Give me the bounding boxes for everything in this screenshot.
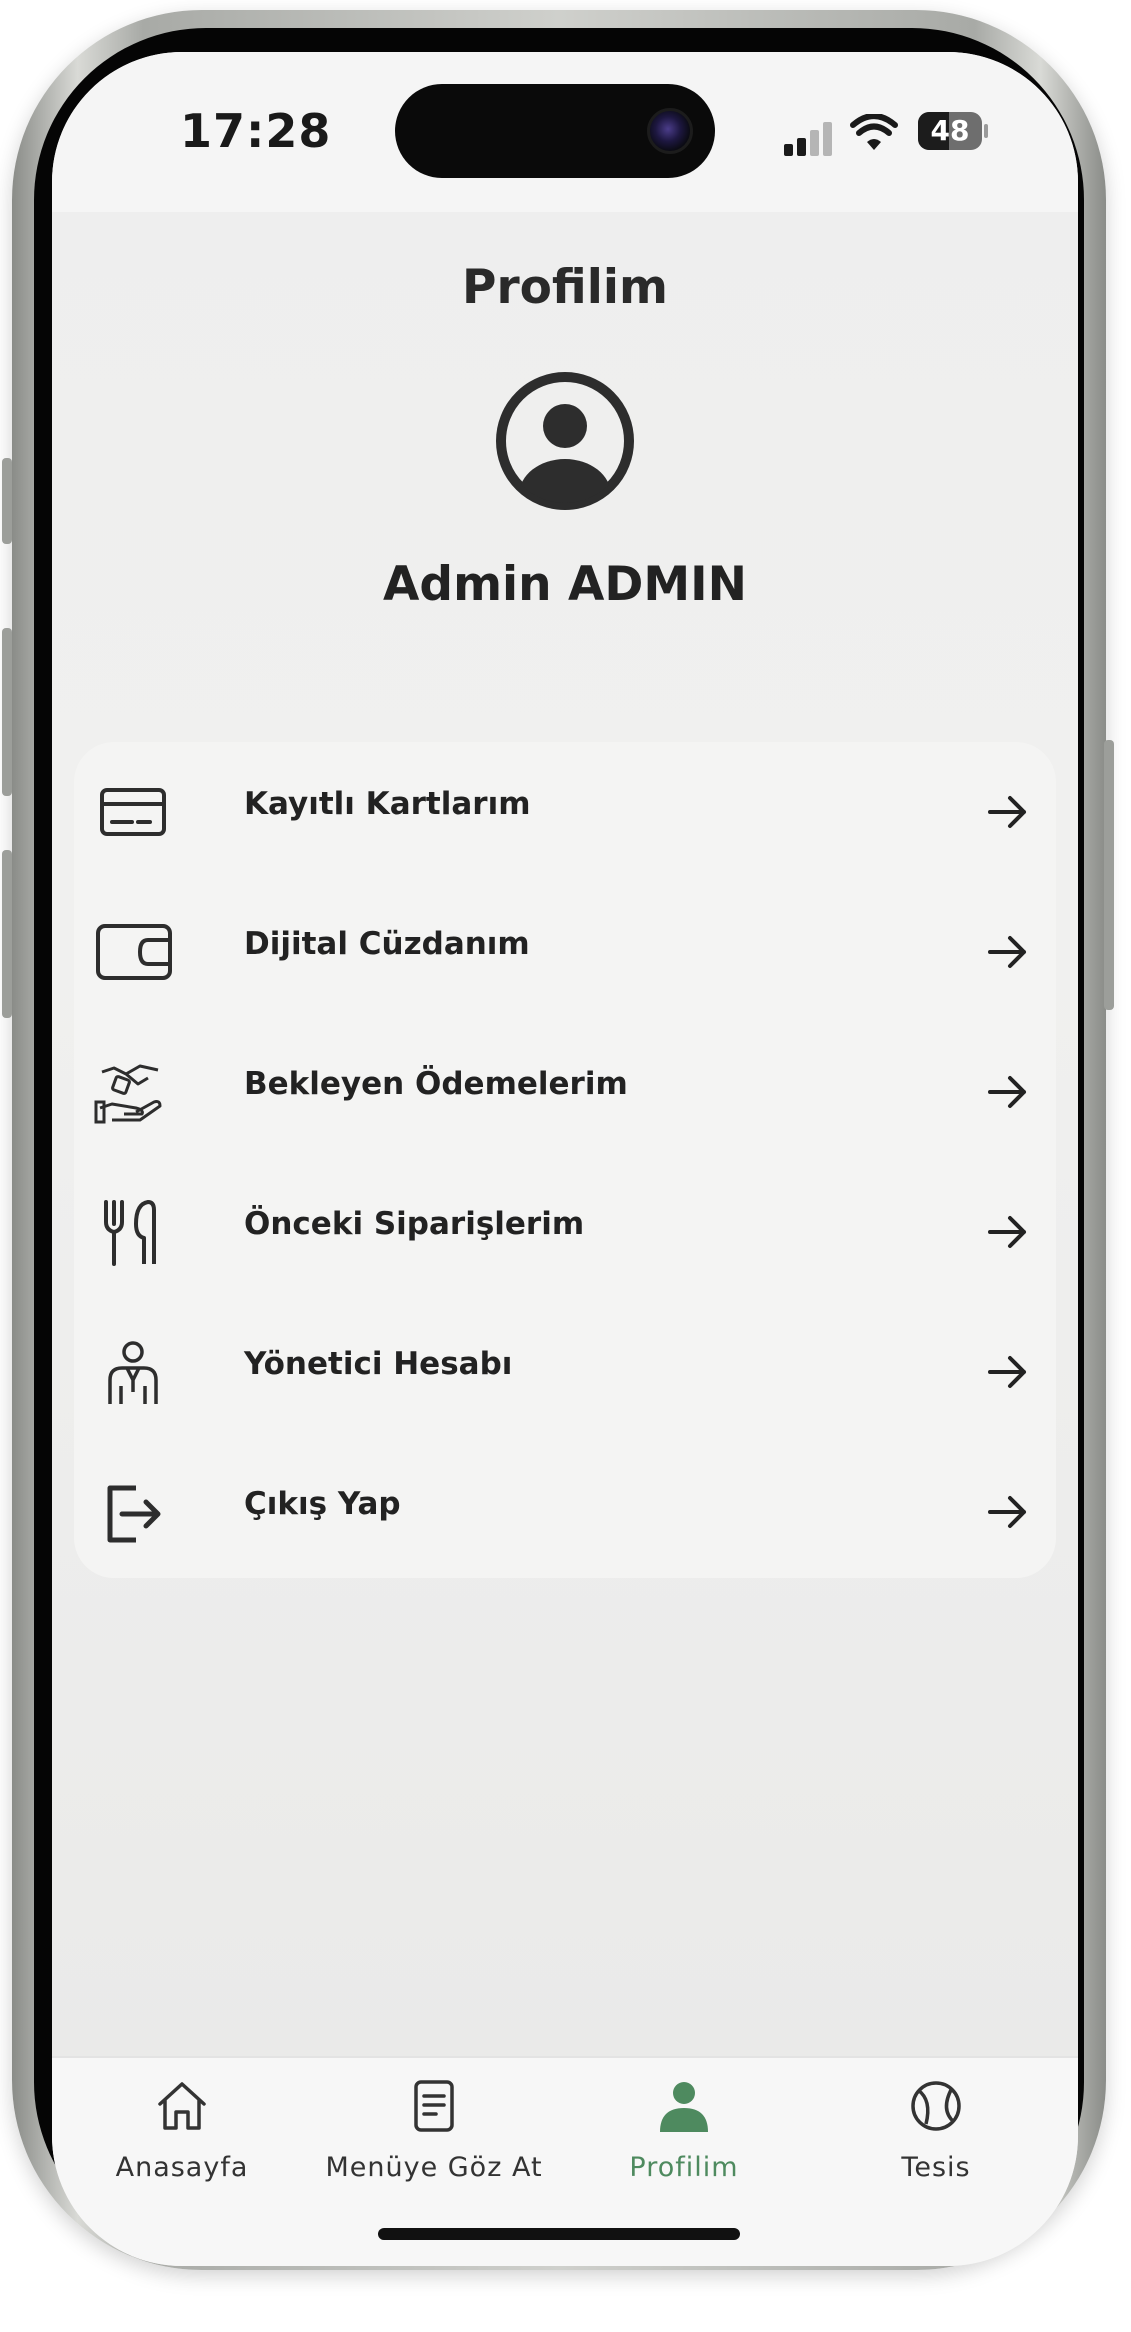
action-button (2, 458, 12, 544)
arrow-right-icon (988, 1076, 1026, 1108)
manager-user-icon (108, 1341, 158, 1404)
tennis-ball-icon (911, 2081, 961, 2131)
handshake-payment-icon (94, 1064, 162, 1124)
menu-item-manager-account[interactable]: Yönetici Hesabı (74, 1302, 1056, 1442)
page-title: Profilim (462, 260, 668, 315)
menu-item-previous-orders[interactable]: Önceki Siparişlerim (74, 1162, 1056, 1302)
menu-item-label: Bekleyen Ödemelerim (244, 1066, 628, 1102)
user-icon (660, 2082, 708, 2132)
menu-item-label: Çıkış Yap (244, 1486, 401, 1522)
battery-indicator: 48 (918, 112, 982, 150)
menu-item-saved-cards[interactable]: Kayıtlı Kartlarım (74, 742, 1056, 882)
wallet-icon (96, 924, 172, 980)
battery-cap (984, 124, 988, 138)
user-name: Admin ADMIN (383, 557, 747, 612)
user-circle-icon (496, 372, 634, 510)
nav-label: Anasayfa (115, 2152, 249, 2183)
camera-icon (647, 108, 693, 154)
nav-label: Profilim (629, 2152, 739, 2183)
arrow-right-icon (988, 1216, 1026, 1248)
bottom-navigation: Anasayfa Menüye Göz At Profilim Tesis (52, 2056, 1078, 2266)
menu-document-icon (414, 2080, 454, 2132)
logout-icon (107, 1485, 161, 1543)
arrow-right-icon (988, 936, 1026, 968)
status-bar: 17:28 48 (52, 52, 1078, 212)
arrow-right-icon (988, 1496, 1026, 1528)
wifi-icon (850, 114, 898, 150)
fork-knife-icon (104, 1200, 156, 1266)
arrow-right-icon (988, 1356, 1026, 1388)
menu-item-digital-wallet[interactable]: Dijital Cüzdanım (74, 882, 1056, 1022)
nav-item-facility[interactable]: Tesis (816, 2058, 1056, 2198)
home-indicator[interactable] (378, 2228, 740, 2240)
dynamic-island (395, 84, 715, 178)
home-icon (158, 2082, 206, 2130)
menu-item-logout[interactable]: Çıkış Yap (74, 1442, 1056, 1582)
cellular-signal-icon (784, 120, 834, 156)
credit-card-icon (100, 788, 166, 836)
battery-percentage: 48 (930, 114, 970, 147)
app-screen: 17:28 48 Profilim Admin ADMIN Kayıtlı Ka… (52, 52, 1078, 2266)
nav-item-profile[interactable]: Profilim (564, 2058, 804, 2198)
menu-item-pending-payments[interactable]: Bekleyen Ödemelerim (74, 1022, 1056, 1162)
menu-item-label: Kayıtlı Kartlarım (244, 786, 531, 822)
status-time: 17:28 (180, 104, 332, 158)
power-button (1104, 740, 1114, 1010)
volume-down-button (2, 850, 12, 1018)
profile-menu: Kayıtlı Kartlarım Dijital Cüzdanım Bekle… (74, 742, 1056, 1578)
nav-label: Tesis (901, 2152, 971, 2183)
nav-item-home[interactable]: Anasayfa (62, 2058, 302, 2198)
menu-item-label: Dijital Cüzdanım (244, 926, 530, 962)
volume-up-button (2, 628, 12, 796)
nav-label: Menüye Göz At (325, 2152, 543, 2183)
arrow-right-icon (988, 796, 1026, 828)
menu-item-label: Yönetici Hesabı (244, 1346, 513, 1382)
menu-item-label: Önceki Siparişlerim (244, 1206, 585, 1242)
nav-item-browse-menu[interactable]: Menüye Göz At (314, 2058, 554, 2198)
